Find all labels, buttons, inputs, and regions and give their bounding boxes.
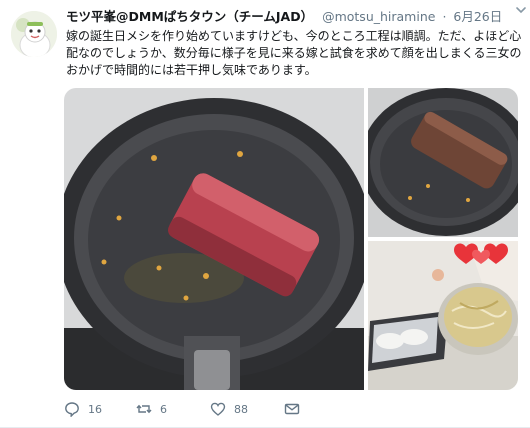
photo-grid — [64, 88, 518, 390]
retweet-icon — [136, 404, 152, 414]
retweet-button[interactable]: 6 — [136, 398, 167, 420]
like-count: 88 — [234, 402, 248, 416]
heart-icon — [210, 402, 226, 416]
separator-dot: · — [442, 9, 447, 24]
photo-raw-meat-in-pan[interactable] — [64, 88, 372, 390]
envelope-icon — [284, 403, 300, 415]
like-button[interactable]: 88 — [210, 398, 248, 420]
tweet-text: 嫁の誕生日メシを作り始めていますけども、今のところ工程は順調。ただ、よほど心配な… — [66, 29, 522, 77]
tweet-header: モツ平峯@DMMぱちタウン（チームJAD） @motsu_hiramine · … — [66, 8, 524, 26]
reply-button[interactable]: 16 — [64, 398, 102, 420]
direct-message-button[interactable] — [284, 398, 308, 420]
photo-daughter-and-dish[interactable] — [368, 241, 518, 390]
photo-seared-meat[interactable] — [360, 88, 518, 237]
avatar[interactable] — [11, 11, 57, 57]
tweet[interactable]: モツ平峯@DMMぱちタウン（チームJAD） @motsu_hiramine · … — [0, 0, 530, 428]
display-name[interactable]: モツ平峯@DMMぱちタウン（チームJAD） — [66, 9, 313, 24]
retweet-count: 6 — [160, 402, 167, 416]
action-bar: 16 6 88 — [64, 398, 324, 420]
reply-icon — [65, 402, 79, 417]
tweet-date[interactable]: 6月26日 — [453, 9, 502, 24]
chevron-down-icon[interactable] — [514, 4, 528, 16]
avatar-image — [11, 11, 57, 57]
user-handle[interactable]: @motsu_hiramine — [322, 9, 435, 24]
reply-count: 16 — [88, 402, 102, 416]
